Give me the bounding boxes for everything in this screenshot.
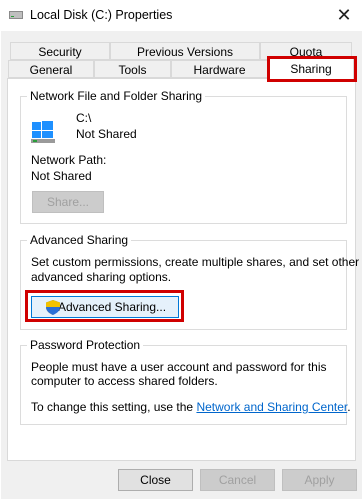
tab-general[interactable]: General	[8, 60, 94, 78]
tab-previous-versions[interactable]: Previous Versions	[110, 42, 260, 60]
password-protection-line2: computer to access shared folders.	[31, 374, 218, 388]
password-protection-group-title: Password Protection	[27, 338, 144, 352]
drive-icon	[9, 9, 23, 21]
password-change-suffix: .	[347, 400, 351, 414]
advanced-sharing-description-line1: Set custom permissions, create multiple …	[31, 255, 360, 269]
network-path-value: Not Shared	[31, 169, 92, 183]
share-button[interactable]: Share...	[32, 191, 104, 213]
network-sharing-group-title: Network File and Folder Sharing	[27, 89, 206, 103]
advanced-sharing-group-title: Advanced Sharing	[27, 233, 132, 247]
window-title: Local Disk (C:) Properties	[30, 8, 173, 22]
tab-security[interactable]: Security	[10, 42, 110, 60]
sharing-tab-highlight	[267, 56, 357, 82]
advanced-sharing-description-line2: advanced sharing options.	[31, 270, 172, 284]
windows-drive-icon	[31, 120, 55, 144]
tab-tools[interactable]: Tools	[94, 60, 171, 78]
network-sharing-center-link[interactable]: Network and Sharing Center	[196, 400, 347, 414]
password-change-prefix: To change this setting, use the	[31, 400, 197, 414]
password-change-instruction: To change this setting, use the Network …	[31, 400, 351, 415]
close-button[interactable]: Close	[118, 469, 193, 491]
drive-share-status: Not Shared	[76, 127, 137, 141]
password-protection-line1: People must have a user account and pass…	[31, 360, 327, 374]
close-window-button[interactable]: ✕	[331, 4, 357, 26]
title-bar: Local Disk (C:) Properties ✕	[0, 0, 363, 31]
cancel-button[interactable]: Cancel	[200, 469, 275, 491]
drive-path: C:\	[76, 111, 92, 125]
network-path-label: Network Path:	[31, 153, 107, 167]
apply-button[interactable]: Apply	[282, 469, 357, 491]
tab-hardware[interactable]: Hardware	[171, 60, 268, 78]
advanced-sharing-button-highlight	[25, 290, 184, 322]
